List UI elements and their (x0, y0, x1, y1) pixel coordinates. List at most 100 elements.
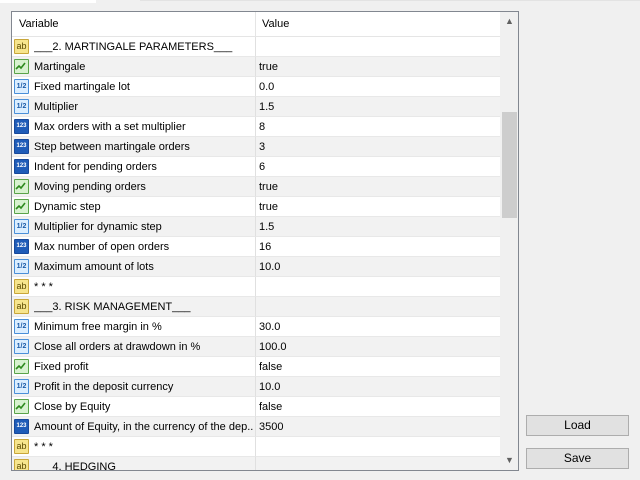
double-type-icon: 1/2 (14, 339, 29, 354)
table-row[interactable]: ab ___2. MARTINGALE PARAMETERS___ (12, 37, 500, 57)
variable-cell[interactable]: 1/2 Multiplier for dynamic step (12, 217, 256, 237)
table-row[interactable]: 123 Max number of open orders 16 (12, 237, 500, 257)
variable-cell[interactable]: 1/2 Fixed martingale lot (12, 77, 256, 97)
variable-cell[interactable]: Dynamic step (12, 197, 256, 217)
value-cell[interactable]: 10.0 (256, 257, 500, 277)
value-cell[interactable] (256, 37, 500, 57)
variable-name: Max orders with a set multiplier (34, 121, 186, 133)
value-cell[interactable]: false (256, 357, 500, 377)
value-cell[interactable] (256, 277, 500, 297)
variable-name: ___4. HEDGING___ (34, 461, 135, 470)
table-row[interactable]: 1/2 Maximum amount of lots 10.0 (12, 257, 500, 277)
scroll-thumb[interactable] (502, 112, 517, 218)
value-cell[interactable]: true (256, 177, 500, 197)
variable-cell[interactable]: ab ___2. MARTINGALE PARAMETERS___ (12, 37, 256, 57)
value-cell[interactable]: 1.5 (256, 217, 500, 237)
value-cell[interactable]: false (256, 397, 500, 417)
variable-cell[interactable]: 1/2 Multiplier (12, 97, 256, 117)
value-cell[interactable]: true (256, 57, 500, 77)
value-cell[interactable]: 3 (256, 137, 500, 157)
table-row[interactable]: Moving pending orders true (12, 177, 500, 197)
variable-name: Close all orders at drawdown in % (34, 341, 201, 353)
bool-type-icon (14, 179, 29, 194)
value-cell[interactable]: 8 (256, 117, 500, 137)
table-row[interactable]: 1/2 Minimum free margin in % 30.0 (12, 317, 500, 337)
variable-name: * * * (34, 441, 53, 453)
value-cell[interactable]: 10.0 (256, 377, 500, 397)
double-type-icon: 1/2 (14, 219, 29, 234)
double-type-icon: 1/2 (14, 319, 29, 334)
variable-cell[interactable]: Moving pending orders (12, 177, 256, 197)
table-row[interactable]: 1/2 Profit in the deposit currency 10.0 (12, 377, 500, 397)
table-row[interactable]: 1/2 Close all orders at drawdown in % 100.… (12, 337, 500, 357)
value-cell[interactable] (256, 297, 500, 317)
bool-type-icon (14, 399, 29, 414)
value-cell[interactable]: 1.5 (256, 97, 500, 117)
value-cell[interactable]: 100.0 (256, 337, 500, 357)
table-row[interactable]: ab * * * (12, 277, 500, 297)
parameters-grid[interactable]: Variable Value ab ___2. MARTINGALE PARAME… (11, 11, 519, 471)
value-cell[interactable] (256, 437, 500, 457)
scroll-down-arrow-icon[interactable]: ▼ (501, 452, 518, 469)
variable-cell[interactable]: 1/2 Profit in the deposit currency (12, 377, 256, 397)
load-button[interactable]: Load (526, 415, 629, 436)
variable-cell[interactable]: ab * * * (12, 437, 256, 457)
variable-name: Step between martingale orders (34, 141, 190, 153)
bool-type-icon (14, 59, 29, 74)
column-header-value[interactable]: Value (256, 12, 500, 36)
variable-cell[interactable]: 123 Indent for pending orders (12, 157, 256, 177)
variable-cell[interactable]: 1/2 Maximum amount of lots (12, 257, 256, 277)
variable-cell[interactable]: Martingale (12, 57, 256, 77)
variable-cell[interactable]: ab * * * (12, 277, 256, 297)
scroll-up-arrow-icon[interactable]: ▲ (501, 13, 518, 30)
variable-name: Multiplier (34, 101, 79, 113)
table-row[interactable]: 1/2 Multiplier 1.5 (12, 97, 500, 117)
table-row[interactable]: Dynamic step true (12, 197, 500, 217)
integer-type-icon: 123 (14, 159, 29, 174)
table-row[interactable]: 123 Max orders with a set multiplier 8 (12, 117, 500, 137)
value-cell[interactable]: true (256, 197, 500, 217)
table-row[interactable]: ab * * * (12, 437, 500, 457)
variable-cell[interactable]: Fixed profit (12, 357, 256, 377)
table-row[interactable]: ab ___3. RISK MANAGEMENT___ (12, 297, 500, 317)
string-type-icon: ab (14, 439, 29, 454)
save-button[interactable]: Save (526, 448, 629, 469)
variable-cell[interactable]: 123 Amount of Equity, in the currency of … (12, 417, 256, 437)
value-cell[interactable]: 16 (256, 237, 500, 257)
table-row[interactable]: 123 Step between martingale orders 3 (12, 137, 500, 157)
variable-name: Fixed profit (34, 361, 89, 373)
column-header-variable[interactable]: Variable (12, 12, 256, 36)
value-cell[interactable]: 0.0 (256, 77, 500, 97)
variable-name: ___3. RISK MANAGEMENT___ (34, 301, 191, 313)
variable-name: Fixed martingale lot (34, 81, 130, 93)
variable-cell[interactable]: 1/2 Close all orders at drawdown in % (12, 337, 256, 357)
double-type-icon: 1/2 (14, 379, 29, 394)
table-row[interactable]: Close by Equity false (12, 397, 500, 417)
variable-cell[interactable]: 123 Max number of open orders (12, 237, 256, 257)
variable-name: Maximum amount of lots (34, 261, 154, 273)
table-row[interactable]: 123 Amount of Equity, in the currency of … (12, 417, 500, 437)
grid-rows: ab ___2. MARTINGALE PARAMETERS___ Martinga… (12, 37, 500, 470)
value-cell[interactable]: 3500 (256, 417, 500, 437)
table-row[interactable]: Fixed profit false (12, 357, 500, 377)
variable-cell[interactable]: ab ___4. HEDGING___ (12, 457, 256, 470)
variable-name: Max number of open orders (34, 241, 170, 253)
value-cell[interactable] (256, 457, 500, 470)
variable-cell[interactable]: 123 Max orders with a set multiplier (12, 117, 256, 137)
variable-cell[interactable]: 1/2 Minimum free margin in % (12, 317, 256, 337)
double-type-icon: 1/2 (14, 79, 29, 94)
integer-type-icon: 123 (14, 139, 29, 154)
string-type-icon: ab (14, 39, 29, 54)
table-row[interactable]: Martingale true (12, 57, 500, 77)
value-cell[interactable]: 6 (256, 157, 500, 177)
variable-cell[interactable]: Close by Equity (12, 397, 256, 417)
table-row[interactable]: 1/2 Multiplier for dynamic step 1.5 (12, 217, 500, 237)
table-row[interactable]: 1/2 Fixed martingale lot 0.0 (12, 77, 500, 97)
table-row[interactable]: ab ___4. HEDGING___ (12, 457, 500, 470)
vertical-scrollbar[interactable]: ▲ ▼ (500, 12, 518, 470)
variable-cell[interactable]: 123 Step between martingale orders (12, 137, 256, 157)
variable-cell[interactable]: ab ___3. RISK MANAGEMENT___ (12, 297, 256, 317)
table-row[interactable]: 123 Indent for pending orders 6 (12, 157, 500, 177)
variable-name: Close by Equity (34, 401, 111, 413)
value-cell[interactable]: 30.0 (256, 317, 500, 337)
